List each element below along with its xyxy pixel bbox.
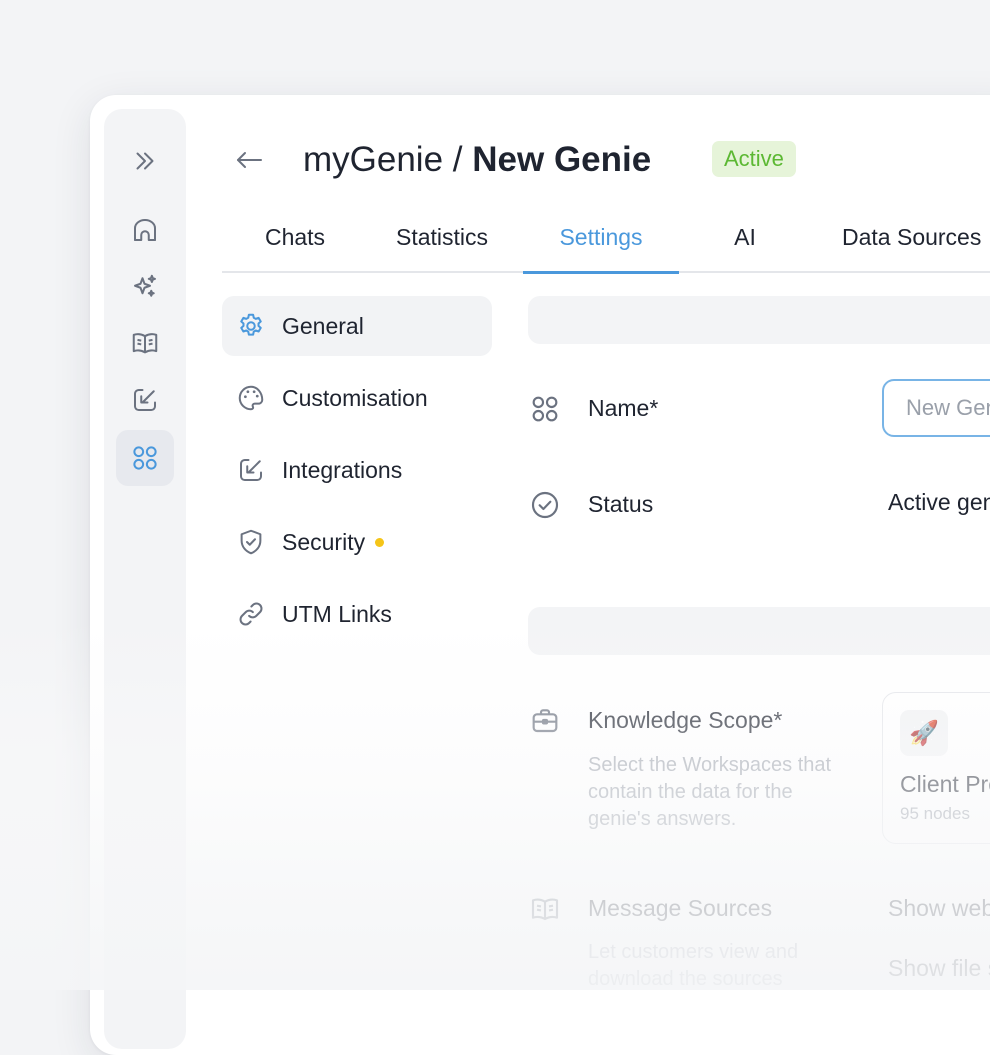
tab-bar: Chats Statistics Settings AI Data Source… (222, 213, 990, 274)
security-alert-dot (375, 537, 385, 547)
knowledge-scope-description: Select the Workspaces that contain the d… (588, 754, 832, 830)
back-button[interactable] (234, 145, 268, 175)
subnav-item-general[interactable]: General (222, 296, 492, 356)
message-sources-description: Let customers view and download the sour… (588, 941, 799, 990)
name-label: Name* (588, 395, 659, 421)
section-header-bar (528, 607, 990, 655)
integration-arrow-icon (236, 455, 266, 485)
page-title: myGenie / New Genie (303, 136, 651, 184)
gear-icon (236, 311, 266, 341)
workspace-node-count: 95 nodes (900, 804, 970, 823)
subnav-item-label: UTM Links (282, 600, 392, 627)
tab-data-sources[interactable]: Data Sources (842, 213, 990, 271)
breadcrumb-parent[interactable]: myGenie (303, 140, 443, 179)
knowledge-scope-label: Knowledge Scope* (588, 707, 783, 733)
tab-settings[interactable]: Settings (523, 213, 679, 274)
status-label: Status (588, 491, 654, 517)
message-sources-label: Message Sources (588, 895, 773, 921)
subnav-item-label: Integrations (282, 456, 403, 483)
shield-check-icon (236, 527, 266, 557)
subnav-item-label: General (282, 312, 364, 339)
command-icon (528, 392, 562, 426)
rocket-icon: 🚀 (900, 710, 948, 756)
name-field[interactable] (882, 379, 990, 437)
tab-chats[interactable]: Chats (261, 213, 329, 271)
check-circle-icon (528, 488, 562, 522)
breadcrumb-current: New Genie (472, 140, 652, 179)
show-web-sources-option[interactable]: Show web sources (888, 895, 990, 922)
workspace-name: Client Projects (900, 771, 990, 797)
subnav-item-label: Customisation (282, 384, 428, 411)
tab-ai[interactable]: AI (730, 213, 760, 271)
breadcrumb-separator: / (452, 140, 463, 179)
briefcase-icon (528, 704, 562, 738)
workspace-card[interactable]: 🚀 Client Projects 95 nodes (882, 692, 990, 844)
app-window: myGenie / New Genie Active Chats Statist… (90, 95, 990, 1055)
subnav-item-utm-links[interactable]: UTM Links (222, 584, 492, 644)
subnav-item-integrations[interactable]: Integrations (222, 440, 492, 500)
main-content: myGenie / New Genie Active Chats Statist… (90, 95, 990, 1055)
status-badge: Active (712, 141, 796, 177)
arrow-left-icon (237, 152, 262, 168)
subnav-item-security[interactable]: Security (222, 512, 492, 572)
link-icon (236, 599, 266, 629)
subnav-item-label: Security (282, 528, 366, 555)
subnav-item-customisation[interactable]: Customisation (222, 368, 492, 428)
status-select[interactable]: Active genie (888, 489, 990, 516)
book-icon (528, 892, 562, 926)
section-header-bar (528, 296, 990, 344)
palette-icon (236, 383, 266, 413)
tab-statistics[interactable]: Statistics (388, 213, 496, 271)
show-file-sources-option[interactable]: Show file sources (888, 955, 990, 982)
